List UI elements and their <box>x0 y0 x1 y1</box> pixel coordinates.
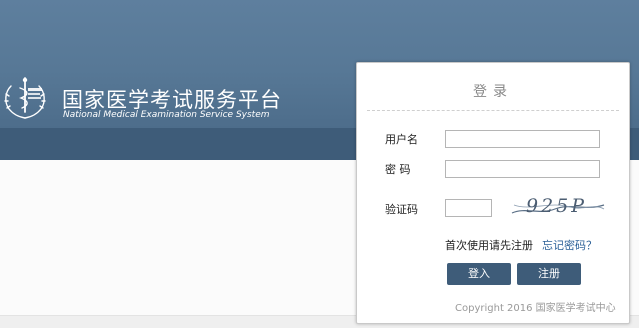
medical-logo-icon <box>4 77 46 119</box>
username-input[interactable] <box>445 130 600 148</box>
captcha-image[interactable]: 925P <box>510 191 606 219</box>
captcha-text: 925P <box>526 195 587 217</box>
login-button[interactable]: 登入 <box>447 263 511 285</box>
title-divider <box>367 110 619 111</box>
password-input[interactable] <box>445 160 600 178</box>
copyright-text: Copyright 2016 国家医学考试中心 <box>455 303 616 314</box>
register-button[interactable]: 注册 <box>517 263 581 285</box>
password-label: 密 码 <box>385 163 411 176</box>
captcha-input[interactable] <box>445 199 492 217</box>
captcha-label: 验证码 <box>385 203 418 216</box>
login-title: 登录 <box>473 84 513 100</box>
login-panel: 登录 用户名 密 码 验证码 925P 首次使用请先注册 忘记密码？ 登入 注册… <box>356 62 630 324</box>
site-subtitle: National Medical Examination Service Sys… <box>63 110 270 120</box>
username-label: 用户名 <box>385 133 418 146</box>
forgot-password-link[interactable]: 忘记密码？ <box>542 237 597 253</box>
first-use-hint: 首次使用请先注册 <box>445 239 533 252</box>
